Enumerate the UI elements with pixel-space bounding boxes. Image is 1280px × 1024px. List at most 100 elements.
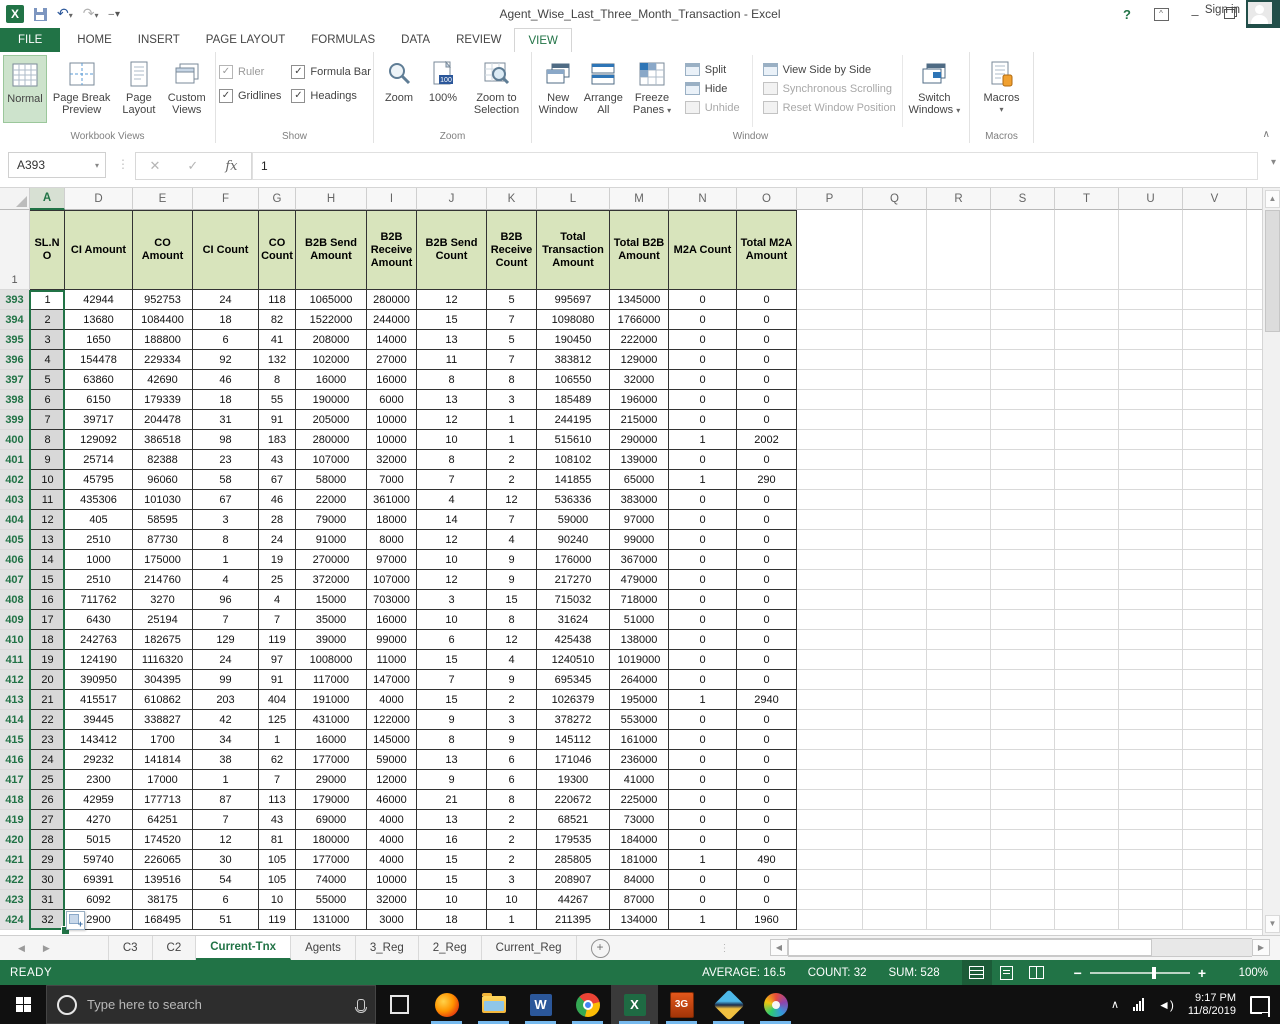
cell-D395[interactable]: 1650 [65, 330, 133, 350]
cell-J403[interactable]: 4 [417, 490, 487, 510]
cell-M420[interactable]: 184000 [610, 830, 669, 850]
cell-A396[interactable]: 4 [30, 350, 65, 370]
cell-E398[interactable]: 179339 [133, 390, 193, 410]
cell-M407[interactable]: 479000 [610, 570, 669, 590]
cell-L417[interactable]: 19300 [537, 770, 610, 790]
cell-M394[interactable]: 1766000 [610, 310, 669, 330]
cell-A400[interactable]: 8 [30, 430, 65, 450]
cell-I422[interactable]: 10000 [367, 870, 417, 890]
cell-K414[interactable]: 3 [487, 710, 537, 730]
cell-R421[interactable] [927, 850, 991, 870]
sheet-tab-current_reg[interactable]: Current_Reg [482, 936, 577, 960]
cell-S413[interactable] [991, 690, 1055, 710]
column-header-L[interactable]: L [537, 188, 610, 210]
name-box-splitter[interactable]: ⋮ [117, 157, 129, 171]
cell-V403[interactable] [1183, 490, 1247, 510]
cell-R394[interactable] [927, 310, 991, 330]
cell-T421[interactable] [1055, 850, 1119, 870]
cell-E423[interactable]: 38175 [133, 890, 193, 910]
cell-H394[interactable]: 1522000 [296, 310, 367, 330]
zoom-out-button[interactable]: − [1074, 965, 1082, 981]
cell-F398[interactable]: 18 [193, 390, 259, 410]
autofill-options-button[interactable]: + [66, 911, 85, 930]
header-cell-L[interactable]: Total Transaction Amount [537, 210, 610, 290]
cell-S411[interactable] [991, 650, 1055, 670]
cell-T407[interactable] [1055, 570, 1119, 590]
cell-D410[interactable]: 242763 [65, 630, 133, 650]
cell-J423[interactable]: 10 [417, 890, 487, 910]
ribbon-tab-home[interactable]: HOME [64, 28, 125, 52]
switch-windows-button[interactable]: Switch Windows ▾ [903, 55, 966, 123]
ribbon-tab-data[interactable]: DATA [388, 28, 443, 52]
cell-F419[interactable]: 7 [193, 810, 259, 830]
cell-N422[interactable]: 0 [669, 870, 737, 890]
cell-J399[interactable]: 12 [417, 410, 487, 430]
cell-K419[interactable]: 2 [487, 810, 537, 830]
row-header-397[interactable]: 397 [0, 370, 30, 390]
cell-P396[interactable] [797, 350, 863, 370]
cell-K405[interactable]: 4 [487, 530, 537, 550]
cell-G406[interactable]: 19 [259, 550, 296, 570]
cell-M395[interactable]: 222000 [610, 330, 669, 350]
cell-O396[interactable]: 0 [737, 350, 797, 370]
cell-A397[interactable]: 5 [30, 370, 65, 390]
cell-R404[interactable] [927, 510, 991, 530]
cell-P401[interactable] [797, 450, 863, 470]
cell-M393[interactable]: 1345000 [610, 290, 669, 310]
cell-S403[interactable] [991, 490, 1055, 510]
cell-R397[interactable] [927, 370, 991, 390]
cell-U396[interactable] [1119, 350, 1183, 370]
excel-taskbar-icon[interactable]: X [611, 985, 658, 1024]
cell-L403[interactable]: 536336 [537, 490, 610, 510]
cell-P397[interactable] [797, 370, 863, 390]
cell-G397[interactable]: 8 [259, 370, 296, 390]
cell-K415[interactable]: 9 [487, 730, 537, 750]
cell-V418[interactable] [1183, 790, 1247, 810]
cell-K417[interactable]: 6 [487, 770, 537, 790]
cell-O417[interactable]: 0 [737, 770, 797, 790]
cell-H408[interactable]: 15000 [296, 590, 367, 610]
cell-V417[interactable] [1183, 770, 1247, 790]
cell-G424[interactable]: 119 [259, 910, 296, 930]
cell-O403[interactable]: 0 [737, 490, 797, 510]
cell-K393[interactable]: 5 [487, 290, 537, 310]
cell-V395[interactable] [1183, 330, 1247, 350]
cell-J424[interactable]: 18 [417, 910, 487, 930]
cell-P405[interactable] [797, 530, 863, 550]
cell-E395[interactable]: 188800 [133, 330, 193, 350]
cell-G419[interactable]: 43 [259, 810, 296, 830]
column-header-O[interactable]: O [737, 188, 797, 210]
column-header-T[interactable]: T [1055, 188, 1119, 210]
cell-F394[interactable]: 18 [193, 310, 259, 330]
cell-M401[interactable]: 139000 [610, 450, 669, 470]
file-explorer-icon[interactable] [470, 985, 517, 1024]
cell-S406[interactable] [991, 550, 1055, 570]
cell-E405[interactable]: 87730 [133, 530, 193, 550]
cell-D405[interactable]: 2510 [65, 530, 133, 550]
empty-header-cell-R[interactable] [927, 210, 991, 290]
cell-L407[interactable]: 217270 [537, 570, 610, 590]
normal-view-shortcut[interactable] [962, 960, 992, 985]
cell-M402[interactable]: 65000 [610, 470, 669, 490]
cell-D411[interactable]: 124190 [65, 650, 133, 670]
cell-N404[interactable]: 0 [669, 510, 737, 530]
cell-H405[interactable]: 91000 [296, 530, 367, 550]
cell-H414[interactable]: 431000 [296, 710, 367, 730]
cell-J422[interactable]: 15 [417, 870, 487, 890]
cell-L412[interactable]: 695345 [537, 670, 610, 690]
cell-H419[interactable]: 69000 [296, 810, 367, 830]
cell-E404[interactable]: 58595 [133, 510, 193, 530]
cell-O399[interactable]: 0 [737, 410, 797, 430]
cell-I397[interactable]: 16000 [367, 370, 417, 390]
cell-K400[interactable]: 1 [487, 430, 537, 450]
firefox-icon[interactable] [423, 985, 470, 1024]
sign-in-link[interactable]: Sign in [1205, 4, 1240, 16]
cell-I413[interactable]: 4000 [367, 690, 417, 710]
cell-F410[interactable]: 129 [193, 630, 259, 650]
cell-O422[interactable]: 0 [737, 870, 797, 890]
cell-R406[interactable] [927, 550, 991, 570]
cell-T402[interactable] [1055, 470, 1119, 490]
next-sheet-icon[interactable]: ▶ [43, 943, 50, 954]
cell-O397[interactable]: 0 [737, 370, 797, 390]
cell-J419[interactable]: 13 [417, 810, 487, 830]
